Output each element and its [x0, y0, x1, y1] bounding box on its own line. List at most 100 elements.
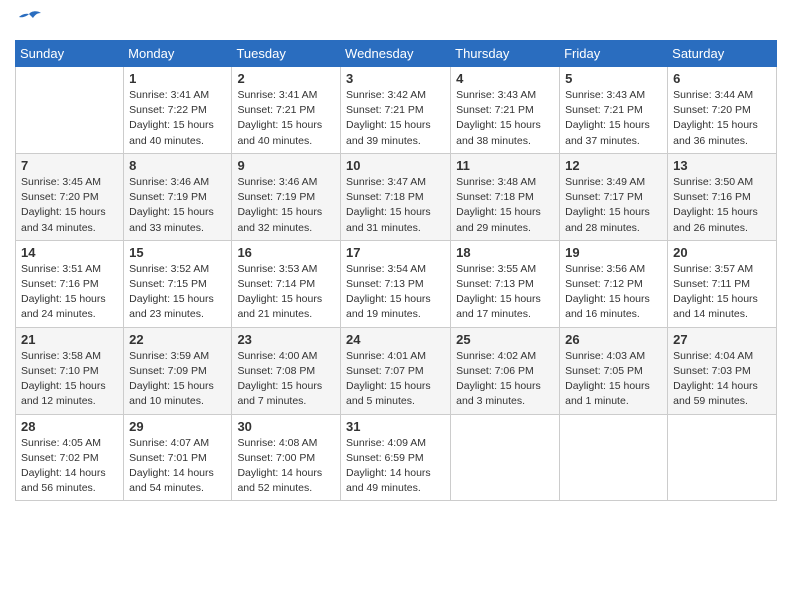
day-info: Sunrise: 4:08 AMSunset: 7:00 PMDaylight:…	[237, 436, 335, 497]
day-number: 3	[346, 71, 445, 86]
day-info: Sunrise: 3:41 AMSunset: 7:22 PMDaylight:…	[129, 88, 226, 149]
day-number: 25	[456, 332, 554, 347]
day-cell: 28 Sunrise: 4:05 AMSunset: 7:02 PMDayligh…	[16, 414, 124, 501]
day-info: Sunrise: 3:43 AMSunset: 7:21 PMDaylight:…	[565, 88, 662, 149]
day-cell: 5 Sunrise: 3:43 AMSunset: 7:21 PMDaylight…	[560, 67, 668, 154]
week-row-1: 1Sunrise: 3:41 AMSunset: 7:22 PMDaylight…	[16, 67, 777, 154]
day-cell: 25 Sunrise: 4:02 AMSunset: 7:06 PMDayligh…	[451, 327, 560, 414]
day-cell	[668, 414, 777, 501]
header-row: SundayMondayTuesdayWednesdayThursdayFrid…	[16, 41, 777, 67]
column-header-saturday: Saturday	[668, 41, 777, 67]
calendar-header: SundayMondayTuesdayWednesdayThursdayFrid…	[16, 41, 777, 67]
day-cell	[451, 414, 560, 501]
day-info: Sunrise: 4:09 AMSunset: 6:59 PMDaylight:…	[346, 436, 445, 497]
day-cell: 21 Sunrise: 3:58 AMSunset: 7:10 PMDayligh…	[16, 327, 124, 414]
day-number: 14	[21, 245, 118, 260]
day-number: 26	[565, 332, 662, 347]
day-number: 12	[565, 158, 662, 173]
day-cell: 30Sunrise: 4:08 AMSunset: 7:00 PMDayligh…	[232, 414, 341, 501]
column-header-thursday: Thursday	[451, 41, 560, 67]
week-row-3: 14 Sunrise: 3:51 AMSunset: 7:16 PMDayligh…	[16, 240, 777, 327]
day-cell: 20Sunrise: 3:57 AMSunset: 7:11 PMDayligh…	[668, 240, 777, 327]
day-cell: 11 Sunrise: 3:48 AMSunset: 7:18 PMDayligh…	[451, 153, 560, 240]
day-number: 7	[21, 158, 118, 173]
day-cell	[16, 67, 124, 154]
day-number: 5	[565, 71, 662, 86]
day-info: Sunrise: 3:55 AMSunset: 7:13 PMDaylight:…	[456, 262, 554, 323]
day-number: 13	[673, 158, 771, 173]
day-cell: 6 Sunrise: 3:44 AMSunset: 7:20 PMDaylight…	[668, 67, 777, 154]
day-cell: 4 Sunrise: 3:43 AMSunset: 7:21 PMDaylight…	[451, 67, 560, 154]
day-cell: 10 Sunrise: 3:47 AMSunset: 7:18 PMDayligh…	[341, 153, 451, 240]
day-number: 17	[346, 245, 445, 260]
day-cell: 8 Sunrise: 3:46 AMSunset: 7:19 PMDaylight…	[124, 153, 232, 240]
column-header-wednesday: Wednesday	[341, 41, 451, 67]
day-info: Sunrise: 4:07 AMSunset: 7:01 PMDaylight:…	[129, 436, 226, 497]
day-cell: 19 Sunrise: 3:56 AMSunset: 7:12 PMDayligh…	[560, 240, 668, 327]
day-info: Sunrise: 3:43 AMSunset: 7:21 PMDaylight:…	[456, 88, 554, 149]
day-cell: 26 Sunrise: 4:03 AMSunset: 7:05 PMDayligh…	[560, 327, 668, 414]
day-number: 27	[673, 332, 771, 347]
day-info: Sunrise: 3:58 AMSunset: 7:10 PMDaylight:…	[21, 349, 118, 410]
day-info: Sunrise: 3:54 AMSunset: 7:13 PMDaylight:…	[346, 262, 445, 323]
day-cell: 15Sunrise: 3:52 AMSunset: 7:15 PMDayligh…	[124, 240, 232, 327]
calendar-table: SundayMondayTuesdayWednesdayThursdayFrid…	[15, 40, 777, 501]
day-info: Sunrise: 3:46 AMSunset: 7:19 PMDaylight:…	[237, 175, 335, 236]
day-info: Sunrise: 4:02 AMSunset: 7:06 PMDaylight:…	[456, 349, 554, 410]
day-cell: 9 Sunrise: 3:46 AMSunset: 7:19 PMDaylight…	[232, 153, 341, 240]
column-header-monday: Monday	[124, 41, 232, 67]
day-number: 31	[346, 419, 445, 434]
day-info: Sunrise: 3:47 AMSunset: 7:18 PMDaylight:…	[346, 175, 445, 236]
column-header-sunday: Sunday	[16, 41, 124, 67]
day-cell: 1Sunrise: 3:41 AMSunset: 7:22 PMDaylight…	[124, 67, 232, 154]
day-number: 16	[237, 245, 335, 260]
day-number: 15	[129, 245, 226, 260]
day-cell: 13 Sunrise: 3:50 AMSunset: 7:16 PMDayligh…	[668, 153, 777, 240]
day-cell: 24Sunrise: 4:01 AMSunset: 7:07 PMDayligh…	[341, 327, 451, 414]
day-number: 11	[456, 158, 554, 173]
day-info: Sunrise: 3:46 AMSunset: 7:19 PMDaylight:…	[129, 175, 226, 236]
day-info: Sunrise: 3:45 AMSunset: 7:20 PMDaylight:…	[21, 175, 118, 236]
day-info: Sunrise: 3:56 AMSunset: 7:12 PMDaylight:…	[565, 262, 662, 323]
column-header-friday: Friday	[560, 41, 668, 67]
day-info: Sunrise: 3:53 AMSunset: 7:14 PMDaylight:…	[237, 262, 335, 323]
day-cell: 7 Sunrise: 3:45 AMSunset: 7:20 PMDaylight…	[16, 153, 124, 240]
day-cell: 16 Sunrise: 3:53 AMSunset: 7:14 PMDayligh…	[232, 240, 341, 327]
week-row-4: 21 Sunrise: 3:58 AMSunset: 7:10 PMDayligh…	[16, 327, 777, 414]
day-number: 4	[456, 71, 554, 86]
day-cell: 17 Sunrise: 3:54 AMSunset: 7:13 PMDayligh…	[341, 240, 451, 327]
day-info: Sunrise: 3:48 AMSunset: 7:18 PMDaylight:…	[456, 175, 554, 236]
day-info: Sunrise: 3:50 AMSunset: 7:16 PMDaylight:…	[673, 175, 771, 236]
day-cell	[560, 414, 668, 501]
day-info: Sunrise: 3:59 AMSunset: 7:09 PMDaylight:…	[129, 349, 226, 410]
day-cell: 14 Sunrise: 3:51 AMSunset: 7:16 PMDayligh…	[16, 240, 124, 327]
day-cell: 22 Sunrise: 3:59 AMSunset: 7:09 PMDayligh…	[124, 327, 232, 414]
day-info: Sunrise: 4:05 AMSunset: 7:02 PMDaylight:…	[21, 436, 118, 497]
day-number: 21	[21, 332, 118, 347]
logo-bird-icon	[15, 10, 43, 32]
day-info: Sunrise: 3:42 AMSunset: 7:21 PMDaylight:…	[346, 88, 445, 149]
day-number: 10	[346, 158, 445, 173]
day-cell: 2Sunrise: 3:41 AMSunset: 7:21 PMDaylight…	[232, 67, 341, 154]
day-info: Sunrise: 3:44 AMSunset: 7:20 PMDaylight:…	[673, 88, 771, 149]
day-number: 28	[21, 419, 118, 434]
day-info: Sunrise: 3:49 AMSunset: 7:17 PMDaylight:…	[565, 175, 662, 236]
day-number: 24	[346, 332, 445, 347]
day-number: 9	[237, 158, 335, 173]
day-info: Sunrise: 4:03 AMSunset: 7:05 PMDaylight:…	[565, 349, 662, 410]
day-number: 6	[673, 71, 771, 86]
logo	[15, 10, 47, 32]
calendar-body: 1Sunrise: 3:41 AMSunset: 7:22 PMDaylight…	[16, 67, 777, 501]
day-cell: 12 Sunrise: 3:49 AMSunset: 7:17 PMDayligh…	[560, 153, 668, 240]
day-number: 20	[673, 245, 771, 260]
day-number: 8	[129, 158, 226, 173]
day-cell: 27 Sunrise: 4:04 AMSunset: 7:03 PMDayligh…	[668, 327, 777, 414]
header	[15, 10, 777, 32]
day-info: Sunrise: 4:00 AMSunset: 7:08 PMDaylight:…	[237, 349, 335, 410]
day-number: 22	[129, 332, 226, 347]
day-info: Sunrise: 4:04 AMSunset: 7:03 PMDaylight:…	[673, 349, 771, 410]
day-number: 29	[129, 419, 226, 434]
day-number: 23	[237, 332, 335, 347]
day-number: 19	[565, 245, 662, 260]
day-info: Sunrise: 3:51 AMSunset: 7:16 PMDaylight:…	[21, 262, 118, 323]
